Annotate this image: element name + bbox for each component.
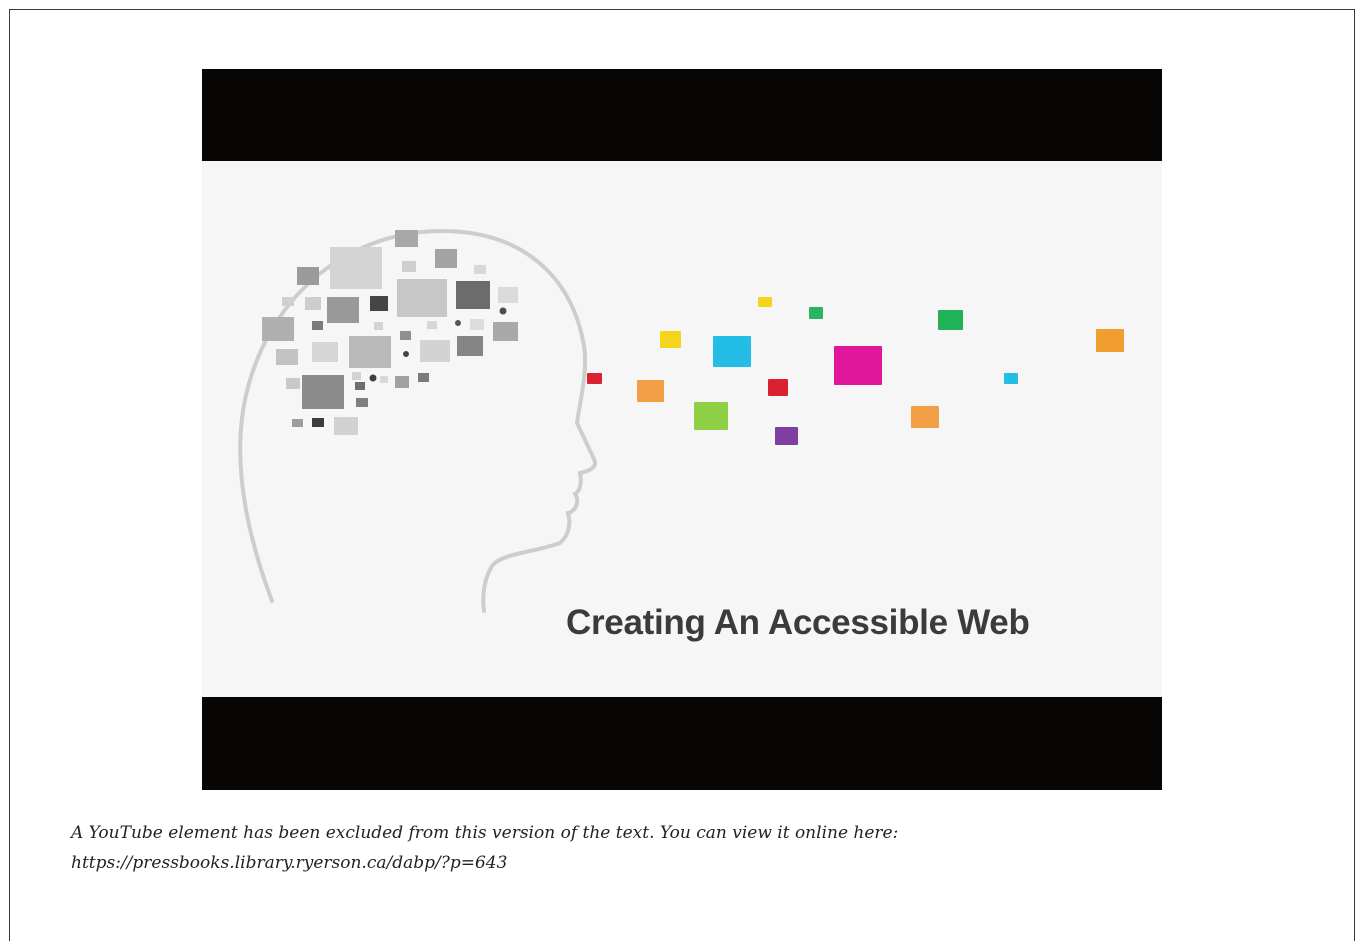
video-title-text: Creating An Accessible Web — [566, 603, 1030, 642]
video-frame: Creating An Accessible Web — [202, 161, 1162, 697]
video-thumbnail: Creating An Accessible Web — [202, 69, 1162, 790]
notice-url: https://pressbooks.library.ryerson.ca/da… — [71, 853, 508, 873]
notice-text: A YouTube element has been excluded from… — [71, 823, 899, 843]
excluded-video-notice: A YouTube element has been excluded from… — [71, 818, 1271, 878]
